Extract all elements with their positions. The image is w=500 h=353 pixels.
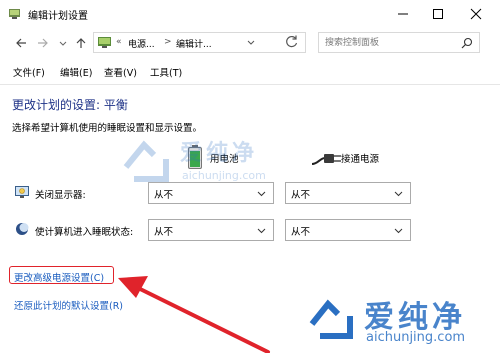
watermark-site: aichunjing.com — [182, 169, 266, 182]
sleep-label: 使计算机进入睡眠状态: — [35, 227, 134, 238]
menu-divider — [0, 84, 500, 85]
page-title: 更改计划的设置: 平衡 — [12, 98, 128, 112]
search-box[interactable] — [318, 32, 480, 53]
arrow-left-icon — [16, 38, 26, 48]
restore-defaults-link[interactable]: 还原此计划的默认设置(R) — [14, 298, 123, 312]
breadcrumb-power-options[interactable]: 电源... — [128, 37, 155, 50]
maximize-button[interactable] — [420, 0, 456, 28]
chevron-down-icon — [257, 228, 266, 234]
sleep-moon-icon — [16, 223, 29, 235]
refresh-button[interactable] — [285, 34, 301, 50]
column-header-plugged-in: 接通电源 — [341, 154, 380, 165]
close-icon — [470, 8, 482, 20]
menu-bar: 文件(F) 编辑(E) 查看(V) 工具(T) — [0, 61, 500, 81]
chevron-down-icon — [394, 191, 403, 197]
menu-file[interactable]: 文件(F) — [13, 65, 45, 79]
address-bar[interactable]: « 电源... > 编辑计... — [93, 32, 306, 53]
search-icon[interactable] — [461, 37, 473, 49]
window-title: 编辑计划设置 — [28, 11, 88, 22]
sleep-battery-select[interactable]: 从不 — [148, 219, 274, 241]
minimize-button[interactable] — [385, 0, 421, 28]
chevron-down-icon — [394, 228, 403, 234]
monitor-icon — [15, 186, 29, 198]
forward-button[interactable] — [34, 34, 52, 52]
title-bar: 编辑计划设置 — [0, 0, 500, 28]
watermark-logo-icon — [123, 140, 169, 182]
back-button[interactable] — [12, 34, 30, 52]
maximize-icon — [433, 9, 443, 19]
chevron-down-icon[interactable] — [246, 39, 256, 47]
watermark-brand: 爱纯净 — [180, 141, 259, 166]
close-button[interactable] — [458, 0, 494, 28]
menu-tools[interactable]: 工具(T) — [150, 65, 182, 79]
control-panel-icon — [98, 37, 111, 48]
refresh-icon — [286, 35, 298, 48]
watermark-site: aichunjing.com — [366, 330, 466, 345]
sleep-plugged-select[interactable]: 从不 — [285, 219, 411, 241]
watermark-logo-icon — [309, 299, 353, 339]
page-description: 选择希望计算机使用的睡眠设置和显示设置。 — [12, 123, 203, 134]
breadcrumb-edit-plan[interactable]: 编辑计... — [176, 37, 212, 50]
select-value: 从不 — [291, 227, 311, 238]
corner-watermark: 爱纯净 aichunjing.com — [298, 290, 498, 350]
turn-off-display-label: 关闭显示器: — [35, 190, 86, 201]
breadcrumb-separator: > — [164, 37, 172, 47]
center-watermark: 爱纯净 aichunjing.com — [120, 133, 320, 213]
arrow-right-icon — [38, 38, 48, 48]
search-input[interactable] — [325, 35, 455, 50]
menu-view[interactable]: 查看(V) — [104, 65, 137, 79]
power-options-icon — [9, 9, 20, 19]
breadcrumb-overflow[interactable]: « — [116, 37, 122, 47]
menu-edit[interactable]: 编辑(E) — [60, 65, 92, 79]
up-button[interactable] — [72, 34, 90, 52]
highlight-box — [9, 266, 114, 284]
recent-locations-button[interactable] — [54, 34, 72, 52]
arrow-up-icon — [76, 38, 86, 48]
select-value: 从不 — [154, 227, 174, 238]
minimize-icon — [398, 13, 408, 15]
chevron-down-icon — [59, 41, 67, 46]
